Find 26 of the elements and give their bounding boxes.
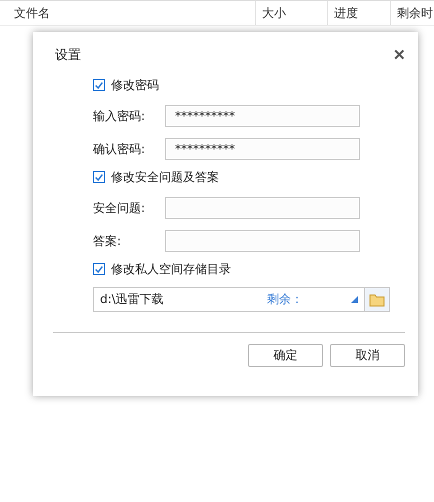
cancel-button[interactable]: 取消	[330, 344, 405, 367]
input-field[interactable]	[165, 197, 360, 219]
column-header[interactable]: 文件名	[0, 1, 256, 25]
checkbox[interactable]	[93, 171, 105, 183]
input-field[interactable]	[165, 230, 360, 252]
checkbox-label: 修改密码	[111, 76, 159, 94]
column-header[interactable]: 大小	[256, 1, 328, 25]
field-label: 确认密码:	[93, 140, 146, 158]
checkbox-label: 修改安全问题及答案	[111, 168, 219, 186]
ok-button[interactable]: 确定	[248, 344, 323, 367]
directory-dropdown[interactable]: d:\迅雷下载 剩余：	[93, 287, 365, 312]
column-header[interactable]: 剩余时	[391, 1, 434, 25]
browse-button[interactable]	[365, 287, 390, 312]
checkbox[interactable]	[93, 79, 105, 91]
close-button[interactable]: ✕	[391, 46, 408, 64]
input-field[interactable]: **********	[165, 138, 360, 160]
checkbox-label: 修改私人空间存储目录	[111, 260, 231, 278]
field-label: 输入密码:	[93, 108, 146, 124]
dropdown-arrow-icon	[351, 296, 358, 303]
checkbox[interactable]	[93, 263, 105, 275]
column-header[interactable]: 进度	[328, 1, 391, 25]
dialog-title: 设置	[55, 47, 81, 64]
field-label: 答案:	[93, 232, 122, 250]
folder-icon	[369, 292, 385, 306]
field-label: 安全问题:	[93, 200, 146, 216]
input-field[interactable]: **********	[165, 105, 360, 127]
